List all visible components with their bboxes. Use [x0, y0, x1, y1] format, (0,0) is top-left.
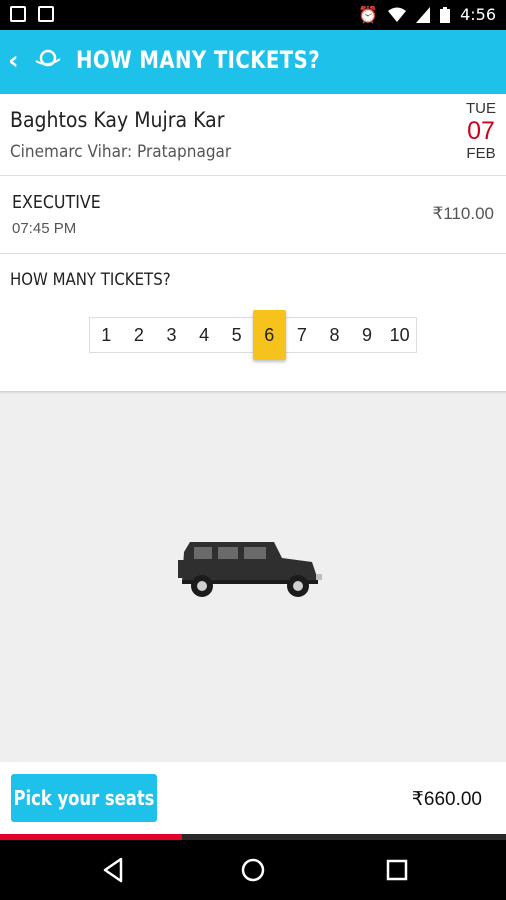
quantity-option-label: 3	[166, 324, 177, 345]
pick-seats-label: Pick your seats	[13, 786, 155, 810]
sd-card-icon	[38, 6, 54, 22]
image-icon	[10, 6, 26, 22]
show-row: EXECUTIVE 07:45 PM ₹110.00	[0, 176, 506, 254]
status-bar: ⏰ 4:56	[0, 0, 506, 30]
total-price: ₹660.00	[411, 789, 482, 810]
battery-icon	[440, 6, 451, 23]
jeep-icon	[178, 542, 322, 597]
quantity-option-4[interactable]: 4	[188, 318, 221, 352]
date-month: FEB	[466, 145, 496, 162]
quantity-option-6[interactable]: 6	[252, 310, 286, 360]
ticket-quantity-selector: 1 2 3 4 5 6 7 8 9 10	[89, 310, 417, 360]
quantity-option-label: 9	[362, 324, 373, 345]
alarm-icon: ⏰	[358, 5, 379, 24]
show-date: TUE 07 FEB	[464, 100, 498, 162]
booking-details: Baghtos Kay Mujra Kar Cinemarc Vihar: Pr…	[0, 94, 506, 394]
quantity-option-2[interactable]: 2	[123, 318, 156, 352]
seat-class: EXECUTIVE	[12, 192, 101, 213]
footer-bar: Pick your seats ₹660.00	[0, 762, 506, 834]
quantity-option-label: 10	[389, 324, 410, 345]
quantity-option-1[interactable]: 1	[90, 318, 123, 352]
back-triangle-icon[interactable]	[99, 856, 127, 884]
ticket-price: ₹110.00	[432, 204, 494, 223]
pick-seats-button[interactable]: Pick your seats	[11, 774, 157, 822]
date-dow: TUE	[466, 100, 496, 117]
nav-bar	[0, 840, 506, 900]
quantity-option-label: 2	[133, 324, 144, 345]
status-time: 4:56	[460, 5, 496, 24]
movie-row: Baghtos Kay Mujra Kar Cinemarc Vihar: Pr…	[0, 94, 506, 176]
wifi-icon	[388, 7, 407, 22]
quantity-option-7[interactable]: 7	[286, 318, 319, 352]
date-day: 07	[467, 117, 495, 145]
movie-title: Baghtos Kay Mujra Kar	[10, 108, 225, 132]
quantity-label: HOW MANY TICKETS?	[10, 270, 171, 290]
quantity-option-label: 1	[101, 324, 112, 345]
quantity-option-8[interactable]: 8	[318, 318, 351, 352]
quantity-option-label: 4	[199, 324, 210, 345]
quantity-option-label: 7	[296, 324, 307, 345]
quantity-option-10[interactable]: 10	[383, 318, 416, 352]
quantity-option-label: 8	[329, 324, 340, 345]
quantity-option-5[interactable]: 5	[220, 318, 253, 352]
quantity-option-label: 6	[264, 324, 275, 345]
quantity-option-label: 5	[231, 324, 242, 345]
illustration-area	[0, 394, 506, 762]
chevron-left-icon[interactable]: ‹	[8, 46, 19, 76]
signal-icon	[416, 6, 431, 23]
cinemarc-logo[interactable]	[26, 48, 66, 78]
app-bar: ‹ HOW MANY TICKETS?	[0, 30, 506, 94]
home-circle-icon[interactable]	[239, 856, 267, 884]
quantity-option-3[interactable]: 3	[155, 318, 188, 352]
cinema-name: Cinemarc Vihar: Pratapnagar	[10, 142, 232, 162]
quantity-option-9[interactable]: 9	[351, 318, 384, 352]
recents-square-icon[interactable]	[383, 856, 411, 884]
page-title: HOW MANY TICKETS?	[76, 46, 321, 74]
show-time: 07:45 PM	[12, 220, 77, 237]
